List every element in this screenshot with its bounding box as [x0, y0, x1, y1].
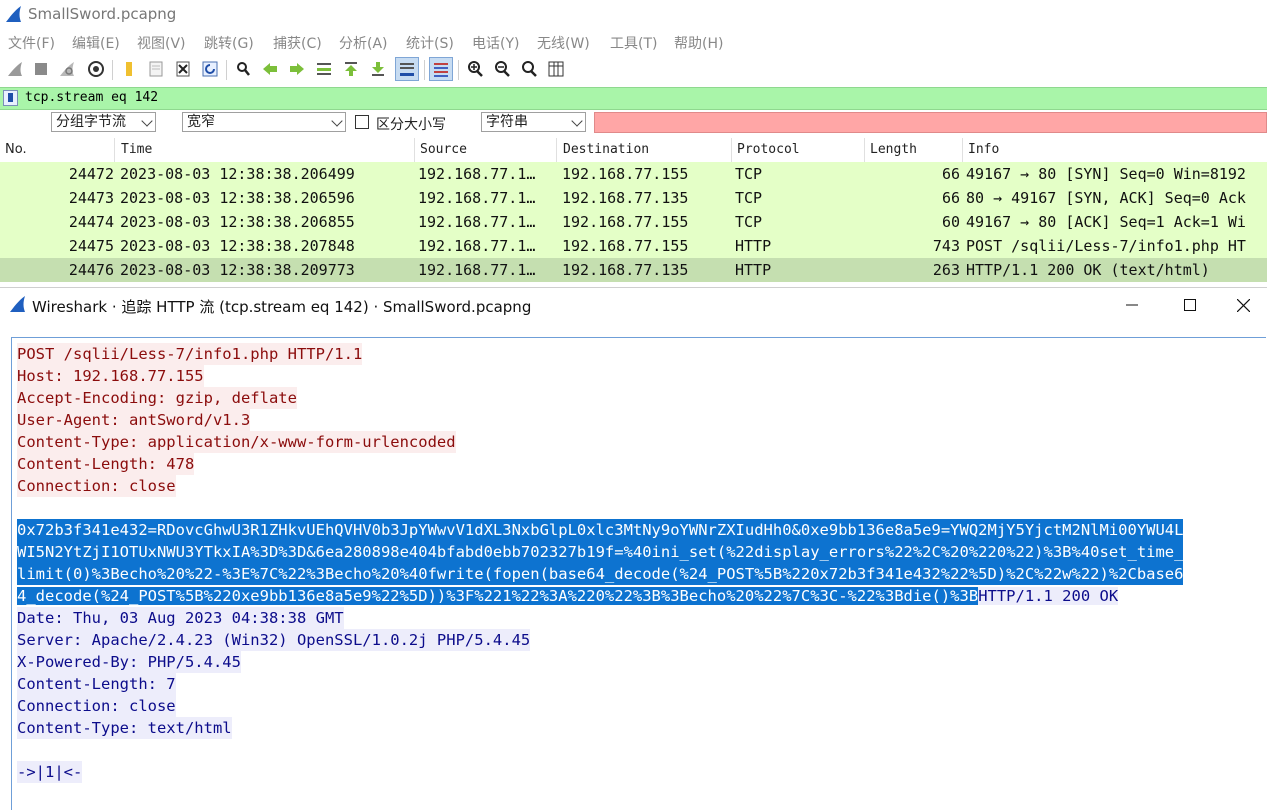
char-width-value: 宽窄: [187, 114, 215, 130]
request-header: Host: 192.168.77.155: [17, 365, 204, 387]
minimize-icon: [1126, 304, 1138, 306]
main-toolbar: [0, 56, 1267, 84]
column-header-info[interactable]: Info: [968, 142, 999, 157]
request-body-line: WI5N2YtZjI1OTUxNWU3YTkxIA%3D%3D&6ea28089…: [17, 541, 1184, 563]
response-status-line: HTTP/1.1 200 OK: [978, 587, 1119, 605]
find-magnifier-icon[interactable]: [233, 59, 253, 79]
reload-icon[interactable]: [200, 59, 220, 79]
packet-row[interactable]: 24473 2023-08-03 12:38:38.206596 192.168…: [0, 186, 1267, 210]
response-header: X-Powered-By: PHP/5.4.45: [17, 651, 241, 673]
maximize-icon: [1184, 299, 1196, 311]
search-in-value: 分组字节流: [56, 114, 126, 130]
chevron-down-icon: [571, 115, 583, 127]
packet-list: No. Time Source Destination Protocol Len…: [0, 138, 1267, 286]
response-header: Content-Type: text/html: [17, 717, 232, 739]
app-title: SmallSword.pcapng: [28, 5, 177, 23]
search-type-select[interactable]: 字符串: [481, 112, 586, 132]
menu-edit[interactable]: 编辑(E): [72, 33, 120, 53]
search-type-value: 字符串: [486, 114, 528, 130]
first-packet-icon[interactable]: [341, 59, 361, 79]
chevron-down-icon: [331, 115, 343, 127]
request-header: Accept-Encoding: gzip, deflate: [17, 387, 297, 409]
column-header-no[interactable]: No.: [5, 142, 27, 157]
last-packet-icon[interactable]: [368, 59, 388, 79]
menu-file[interactable]: 文件(F): [8, 33, 55, 53]
zoom-in-icon[interactable]: [465, 59, 485, 79]
display-filter-bar[interactable]: tcp.stream eq 142: [0, 87, 1267, 110]
request-line: POST /sqlii/Less-7/info1.php HTTP/1.1: [17, 343, 363, 365]
filter-bookmark-icon[interactable]: [3, 90, 18, 106]
menu-wireless[interactable]: 无线(W): [537, 33, 590, 53]
menu-help[interactable]: 帮助(H): [674, 33, 723, 53]
menu-analyze[interactable]: 分析(A): [339, 33, 388, 53]
stop-square-icon[interactable]: [31, 59, 51, 79]
response-header: Server: Apache/2.4.23 (Win32) OpenSSL/1.…: [17, 629, 531, 651]
menubar: 文件(F) 编辑(E) 视图(V) 跳转(G) 捕获(C) 分析(A) 统计(S…: [0, 30, 1267, 55]
stream-content[interactable]: POST /sqlii/Less-7/info1.php HTTP/1.1 Ho…: [11, 337, 1266, 810]
search-in-select[interactable]: 分组字节流: [51, 112, 156, 132]
packet-list-header: No. Time Source Destination Protocol Len…: [0, 138, 1267, 163]
packet-row[interactable]: 24475 2023-08-03 12:38:38.207848 192.168…: [0, 234, 1267, 258]
column-header-length[interactable]: Length: [870, 142, 917, 157]
menu-statistics[interactable]: 统计(S): [406, 33, 454, 53]
column-header-source[interactable]: Source: [420, 142, 467, 157]
request-header: Connection: close: [17, 475, 176, 497]
response-body: ->|1|<-: [17, 761, 83, 783]
case-sensitive-label: 区分大小写: [376, 117, 446, 133]
close-icon: [1236, 298, 1250, 312]
packet-row[interactable]: 24472 2023-08-03 12:38:38.206499 192.168…: [0, 162, 1267, 186]
request-body-line: limit(0)%3Becho%20%22-%3E%7C%22%3Becho%2…: [17, 563, 1184, 585]
column-header-destination[interactable]: Destination: [563, 142, 649, 157]
open-folder-icon[interactable]: [119, 59, 139, 79]
forward-arrow-icon[interactable]: [287, 59, 307, 79]
dialog-title: Wireshark · 追踪 HTTP 流 (tcp.stream eq 142…: [32, 298, 532, 316]
shark-fin-start-icon[interactable]: [5, 59, 25, 79]
restart-fin-icon[interactable]: [57, 59, 77, 79]
resize-columns-icon[interactable]: [546, 59, 566, 79]
request-header: Content-Type: application/x-www-form-url…: [17, 431, 456, 453]
main-titlebar: SmallSword.pcapng: [0, 0, 1267, 30]
response-header: Connection: close: [17, 695, 176, 717]
chevron-down-icon: [141, 115, 153, 127]
go-to-packet-icon[interactable]: [314, 59, 334, 79]
column-header-time[interactable]: Time: [121, 142, 152, 157]
maximize-button[interactable]: [1161, 288, 1219, 322]
request-header: Content-Length: 478: [17, 453, 195, 475]
find-packet-bar: 分组字节流 宽窄 区分大小写 字符串: [0, 111, 1267, 135]
normal-size-icon[interactable]: [519, 59, 539, 79]
column-header-protocol[interactable]: Protocol: [737, 142, 800, 157]
file-icon[interactable]: [146, 59, 166, 79]
packet-row[interactable]: 24474 2023-08-03 12:38:38.206855 192.168…: [0, 210, 1267, 234]
menu-go[interactable]: 跳转(G): [204, 33, 254, 53]
follow-stream-dialog: Wireshark · 追踪 HTTP 流 (tcp.stream eq 142…: [0, 287, 1267, 810]
request-header: User-Agent: antSword/v1.3: [17, 409, 251, 431]
menu-capture[interactable]: 捕获(C): [273, 33, 322, 53]
response-header: Date: Thu, 03 Aug 2023 04:38:38 GMT: [17, 607, 344, 629]
response-header: Content-Length: 7: [17, 673, 176, 695]
menu-view[interactable]: 视图(V): [137, 33, 186, 53]
case-sensitive-checkbox[interactable]: [355, 115, 369, 129]
minimize-button[interactable]: [1103, 288, 1161, 322]
menu-telephony[interactable]: 电话(Y): [472, 33, 519, 53]
request-body-line: 0x72b3f341e432=RDovcGhwU3R1ZHkvUEhQVHV0b…: [17, 519, 1184, 541]
back-arrow-icon[interactable]: [260, 59, 280, 79]
zoom-out-icon[interactable]: [492, 59, 512, 79]
search-input[interactable]: [594, 112, 1267, 133]
autoscroll-icon[interactable]: [395, 57, 419, 81]
wireshark-logo-icon: [10, 296, 25, 312]
colorize-icon[interactable]: [429, 57, 453, 81]
capture-options-gear-icon[interactable]: [86, 59, 106, 79]
menu-tools[interactable]: 工具(T): [610, 33, 657, 53]
close-file-icon[interactable]: [173, 59, 193, 79]
close-button[interactable]: [1219, 288, 1267, 322]
request-body-line: 4_decode(%24_POST%5B%220xe9bb136e8a5e9%2…: [17, 587, 979, 605]
packet-row-selected[interactable]: 24476 2023-08-03 12:38:38.209773 192.168…: [0, 258, 1267, 282]
char-width-select[interactable]: 宽窄: [182, 112, 346, 132]
body-and-status-line: 4_decode(%24_POST%5B%220xe9bb136e8a5e9%2…: [17, 585, 1119, 607]
wireshark-logo-icon: [6, 6, 21, 22]
dialog-titlebar: Wireshark · 追踪 HTTP 流 (tcp.stream eq 142…: [0, 288, 1267, 322]
display-filter-input[interactable]: tcp.stream eq 142: [25, 90, 158, 105]
